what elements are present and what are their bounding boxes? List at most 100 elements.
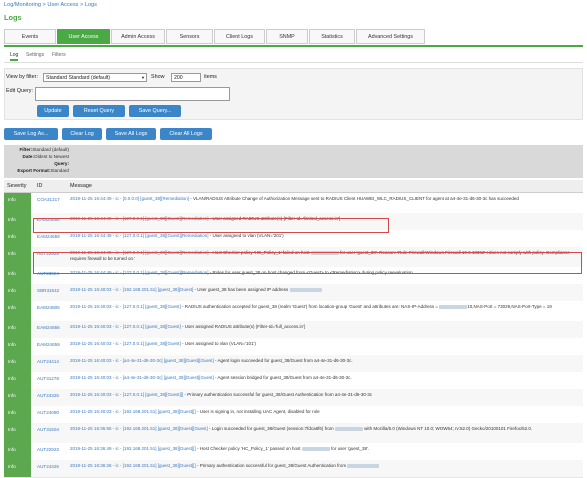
breadcrumb[interactable]: Log/Monitoring > User Access > Logs: [4, 2, 97, 8]
log-id-link[interactable]: SBR31642: [37, 288, 59, 293]
severity-cell: Info: [4, 372, 31, 389]
log-timestamp: 2019-11-25 16:36:55 - ic - [192.168.201.…: [70, 426, 158, 431]
tab-events[interactable]: Events: [4, 29, 56, 44]
redacted-ip: [439, 304, 468, 309]
log-user[interactable]: [guest_38]: [145, 324, 166, 329]
clear-log-button[interactable]: Clear Log: [62, 128, 102, 140]
page-title: Logs: [4, 13, 22, 22]
log-id-link[interactable]: AUT31278: [37, 376, 59, 381]
log-text: - Host Checker policy 'HC_Policy_1' pass…: [195, 446, 302, 451]
table-row[interactable]: Info AUT24414 2019-11-25 16:40:03 - ic - […: [4, 355, 583, 373]
clear-all-logs-button[interactable]: Clear All Logs: [160, 128, 212, 140]
log-message: 2019-11-25 16:44:49 - ic - [127.0.0.1] […: [70, 233, 579, 239]
log-id-link[interactable]: EAM24805: [37, 305, 60, 310]
log-user[interactable]: [guest_38]: [145, 392, 166, 397]
save-all-logs-button[interactable]: Save All Logs: [106, 128, 156, 140]
log-role[interactable]: [Guest]: [179, 287, 194, 292]
log-id-link[interactable]: AUT22923: [37, 447, 59, 452]
severity-cell: Info: [4, 193, 31, 213]
log-role[interactable]: [Guest][]: [179, 409, 196, 414]
table-row[interactable]: Info AUT31278 2019-11-25 16:40:03 - ic - […: [4, 372, 583, 390]
edit-query-input[interactable]: [35, 87, 230, 101]
severity-cell: Info: [4, 338, 31, 355]
subtab-log[interactable]: Log: [10, 52, 19, 61]
table-row[interactable]: Info EAM24659 2019-11-25 16:40:03 - ic - […: [4, 338, 583, 356]
log-id-link[interactable]: COA31217: [37, 197, 60, 202]
severity-cell: Info: [4, 321, 31, 338]
log-role[interactable]: [Guest]: [166, 324, 181, 329]
save-query-button[interactable]: Save Query...: [129, 105, 181, 117]
log-message: 2019-11-25 16:36:55 - ic - [192.168.201.…: [70, 426, 579, 432]
highlight-box-hc-failed: [33, 252, 582, 274]
severity-cell: Info: [4, 247, 31, 267]
tab-statistics[interactable]: Statistics: [309, 29, 355, 44]
severity-cell: Info: [4, 267, 31, 284]
table-header: Severity ID Message: [4, 180, 583, 193]
log-text: - Agent login succeeded for guest_38/Gue…: [213, 358, 353, 363]
log-timestamp: 2019-11-25 16:40:03 - ic - [192.168.201.…: [70, 409, 158, 414]
log-user[interactable]: [guest_38]: [158, 409, 179, 414]
log-user[interactable]: [guest_38]: [158, 463, 179, 468]
log-user[interactable]: [guest_38]: [145, 304, 166, 309]
log-id-link[interactable]: EAM24659: [37, 234, 60, 239]
view-by-select[interactable]: Standard Standard (default) ▼: [43, 73, 147, 82]
tab-client-logs[interactable]: Client Logs: [214, 29, 265, 44]
severity-cell: Info: [4, 423, 31, 443]
col-message[interactable]: Message: [70, 183, 92, 189]
col-id[interactable]: ID: [37, 183, 42, 189]
tab-user-access[interactable]: User Access: [57, 29, 110, 44]
tab-sensors[interactable]: Sensors: [166, 29, 213, 44]
table-row[interactable]: Info AUT22923 2019-11-25 16:36:49 - ic - […: [4, 443, 583, 461]
log-user[interactable]: [guest_38]: [158, 426, 179, 431]
log-id-link[interactable]: EAM24656: [37, 325, 60, 330]
log-role[interactable]: [Guest][Guest]: [185, 375, 214, 380]
log-role[interactable]: [Guest][Guest]: [179, 426, 208, 431]
table-row[interactable]: Info SBR31642 2019-11-25 16:40:03 - ic - […: [4, 284, 583, 302]
log-timestamp: 2019-11-25 16:40:03 - ic - [a4-4e-31-d6-…: [70, 375, 164, 380]
table-row[interactable]: Info AUT31504 2019-11-25 16:36:55 - ic - […: [4, 423, 583, 444]
log-user[interactable]: [guest_38]: [145, 341, 166, 346]
tab-advanced-settings[interactable]: Advanced Settings: [356, 29, 425, 44]
save-log-as-button[interactable]: Save Log As...: [4, 128, 58, 140]
table-row[interactable]: Info COA31217 2019-11-25 16:44:49 - ic - […: [4, 193, 583, 214]
log-text: - User guest_38 has been assigned IP add…: [193, 287, 290, 292]
log-text: - User assigned RADIUS attribute(s) {Fil…: [180, 324, 306, 329]
summary-export-format: Export Format:Standard: [17, 168, 69, 173]
log-id-link[interactable]: AUT24090: [37, 410, 59, 415]
tab-snmp[interactable]: SNMP: [266, 29, 308, 44]
redacted-ip: [301, 446, 330, 451]
log-role[interactable]: [Guest][Remediation]: [166, 233, 208, 238]
log-role[interactable]: [Guest]: [166, 341, 181, 346]
reset-query-button[interactable]: Reset Query: [73, 105, 125, 117]
log-user[interactable]: [guest_38]: [158, 287, 179, 292]
log-id-link[interactable]: AUT31504: [37, 427, 59, 432]
log-timestamp: 2019-11-25 16:44:49 - ic - [0.0.0.0]: [70, 196, 141, 201]
table-row[interactable]: Info AUT24326 2019-11-25 16:40:03 - ic - […: [4, 389, 583, 407]
log-role[interactable]: [Guest][]: [179, 446, 196, 451]
table-row[interactable]: Info AUT24326 2019-11-25 16:36:26 - ic - […: [4, 460, 583, 478]
log-user[interactable]: [guest_38]: [164, 358, 185, 363]
update-button[interactable]: Update: [37, 105, 69, 117]
log-message: 2019-11-25 16:40:03 - ic - [192.168.201.…: [70, 287, 579, 293]
table-row[interactable]: Info AUT24090 2019-11-25 16:40:03 - ic - […: [4, 406, 583, 424]
log-user[interactable]: [guest_38]: [145, 233, 166, 238]
log-id-link[interactable]: EAM24659: [37, 342, 60, 347]
log-role[interactable]: [Guest][Guest]: [185, 358, 214, 363]
show-count-input[interactable]: 200: [171, 73, 201, 82]
log-role[interactable]: [Remediation]: [161, 196, 189, 201]
log-role[interactable]: [Guest][]: [179, 463, 196, 468]
log-message: 2019-11-25 16:36:49 - ic - [192.168.201.…: [70, 446, 579, 452]
col-severity[interactable]: Severity: [7, 183, 26, 189]
tab-admin-access[interactable]: Admin Access: [111, 29, 165, 44]
log-id-link[interactable]: AUT24326: [37, 393, 59, 398]
subtab-settings[interactable]: Settings: [26, 52, 44, 58]
subtab-filters[interactable]: Filters: [52, 52, 66, 58]
table-row[interactable]: Info EAM24656 2019-11-25 16:40:03 - ic - […: [4, 321, 583, 339]
log-id-link[interactable]: AUT24414: [37, 359, 59, 364]
table-row[interactable]: Info EAM24805 2019-11-25 16:40:03 - ic - […: [4, 301, 583, 322]
log-user[interactable]: [guest_38]: [158, 446, 179, 451]
log-role[interactable]: [Guest][]: [166, 392, 183, 397]
log-role[interactable]: [Guest]: [166, 304, 181, 309]
log-user[interactable]: [guest_38]: [140, 196, 161, 201]
log-user[interactable]: [guest_38]: [164, 375, 185, 380]
